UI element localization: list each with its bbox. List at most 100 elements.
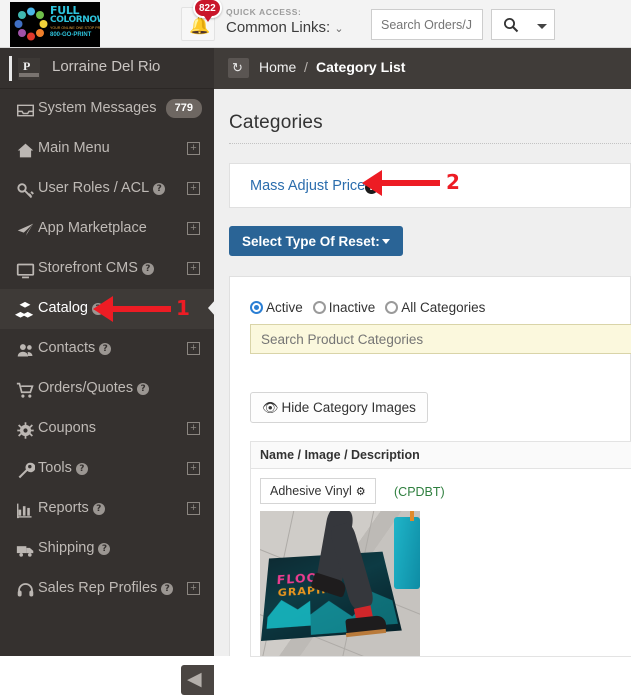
company-logo[interactable]: FULL COLORNOW YOUR ONLINE ONE STOP PRINT…: [10, 2, 100, 47]
key-icon: [14, 179, 36, 201]
category-name-button[interactable]: Adhesive Vinyl ⚙: [260, 478, 376, 504]
select-type-of-reset-button[interactable]: Select Type Of Reset:: [229, 226, 403, 256]
sidebar-item-orders-quotes[interactable]: Orders/Quotes?: [0, 369, 214, 409]
boxes-icon: [14, 299, 36, 321]
notifications-button[interactable]: 🔔 822: [181, 7, 215, 41]
sidebar-item-label: Tools?: [38, 460, 88, 476]
radio-dot-icon: [250, 301, 263, 314]
help-circle-icon[interactable]: ?: [99, 343, 111, 355]
help-circle-icon[interactable]: ?: [76, 463, 88, 475]
title-divider: [229, 143, 631, 144]
annotation-arrow-2: [362, 170, 440, 196]
sidebar-item-system-messages[interactable]: System Messages779: [0, 89, 214, 129]
sidebar-item-contacts[interactable]: Contacts?+: [0, 329, 214, 369]
breadcrumb-home-link[interactable]: Home: [259, 59, 296, 75]
sidebar-item-label: App Marketplace: [38, 220, 147, 236]
inbox-icon: [14, 99, 36, 121]
radio-all-categories[interactable]: All Categories: [385, 300, 485, 315]
expand-plus-icon[interactable]: +: [187, 222, 200, 235]
radio-dot-icon: [385, 301, 398, 314]
logo-phone: 800-GO-PRINT: [50, 31, 100, 40]
sidebar-item-label: Reports?: [38, 500, 105, 516]
annotation-number-1: 1: [176, 296, 190, 320]
sidebar-item-sales-rep-profiles[interactable]: Sales Rep Profiles?+: [0, 569, 214, 609]
user-accent-bar: [9, 56, 12, 81]
sidebar-item-label: Main Menu: [38, 140, 110, 156]
expand-plus-icon[interactable]: +: [187, 462, 200, 475]
help-circle-icon[interactable]: ?: [98, 543, 110, 555]
annotation-arrow-1: [93, 296, 171, 322]
help-circle-icon[interactable]: ?: [137, 383, 149, 395]
quick-access-label: QUICK ACCESS:: [226, 7, 344, 18]
active-item-pointer: [208, 299, 216, 317]
sidebar-item-shipping[interactable]: Shipping?: [0, 529, 214, 569]
sidebar-item-user-roles-acl[interactable]: User Roles / ACL?+: [0, 169, 214, 209]
expand-plus-icon[interactable]: +: [187, 422, 200, 435]
status-filter-group: Active Inactive All Categories: [250, 299, 495, 317]
sidebar-item-storefront-cms[interactable]: Storefront CMS?+: [0, 249, 214, 289]
sidebar-item-label: Coupons: [38, 420, 96, 436]
radio-active-label: Active: [266, 300, 303, 315]
sidebar-nav: System Messages779Main Menu+User Roles /…: [0, 89, 214, 609]
page-title: Categories: [229, 112, 323, 134]
paper-plane-icon: [14, 219, 36, 241]
sidebar-item-app-marketplace[interactable]: App Marketplace +: [0, 209, 214, 249]
monitor-icon: [14, 259, 36, 281]
home-icon: [14, 139, 36, 161]
radio-active[interactable]: Active: [250, 300, 303, 315]
sidebar-item-tools[interactable]: Tools? +: [0, 449, 214, 489]
table-row: Adhesive Vinyl⚙ (CPDBT) FLOOR GRAPHIC: [250, 469, 631, 657]
wrench-icon: [14, 459, 36, 481]
expand-plus-icon[interactable]: +: [187, 262, 200, 275]
column-header-name: Name / Image / Description: [260, 448, 420, 462]
category-name-label: Adhesive Vinyl: [270, 484, 352, 498]
radio-inactive[interactable]: Inactive: [313, 300, 376, 315]
logo-line-2: COLORNOW: [50, 16, 100, 25]
logo-wordmark: FULL COLORNOW YOUR ONLINE ONE STOP PRINT…: [50, 6, 100, 40]
expand-plus-icon[interactable]: +: [187, 502, 200, 515]
headset-icon: [14, 579, 36, 601]
reset-button-label: Select Type Of Reset:: [242, 234, 380, 249]
bar-chart-icon: [14, 499, 36, 521]
search-input[interactable]: [371, 9, 483, 40]
sidebar-collapse-button[interactable]: ◀: [181, 665, 214, 695]
mass-adjust-prices-link[interactable]: Mass Adjust Prices: [250, 178, 373, 194]
expand-plus-icon[interactable]: +: [187, 142, 200, 155]
refresh-button[interactable]: ↻: [228, 58, 249, 78]
category-code: (CPDBT): [394, 485, 445, 499]
search-options-dropdown[interactable]: [528, 9, 555, 40]
caret-down-icon: [382, 239, 390, 244]
gear-icon: [14, 419, 36, 441]
truck-icon: [14, 539, 36, 561]
help-circle-icon[interactable]: ?: [153, 183, 165, 195]
gear-icon[interactable]: ⚙: [356, 486, 366, 498]
category-search-input[interactable]: [250, 324, 631, 354]
radio-dot-icon: [313, 301, 326, 314]
breadcrumb: ↻ Home / Category List: [214, 48, 631, 89]
help-circle-icon[interactable]: ?: [93, 503, 105, 515]
eye-slash-icon: 👁: [262, 400, 279, 415]
users-icon: [14, 339, 36, 361]
hide-category-images-button[interactable]: 👁Hide Category Images: [250, 392, 428, 423]
sidebar-item-main-menu[interactable]: Main Menu +: [0, 129, 214, 169]
sidebar-item-coupons[interactable]: Coupons +: [0, 409, 214, 449]
refresh-icon: ↻: [232, 59, 243, 76]
category-list-panel: Active Inactive All Categories 👁Hide Cat…: [229, 276, 631, 656]
expand-plus-icon[interactable]: +: [187, 182, 200, 195]
top-bar: FULL COLORNOW YOUR ONLINE ONE STOP PRINT…: [0, 0, 631, 48]
help-circle-icon[interactable]: ?: [161, 583, 173, 595]
sidebar-item-label: Orders/Quotes?: [38, 380, 149, 396]
help-circle-icon[interactable]: ?: [142, 263, 154, 275]
search-button[interactable]: [491, 9, 529, 40]
teal-suitcase: [394, 517, 420, 589]
radio-all-label: All Categories: [401, 300, 485, 315]
chevron-down-icon: ⌄: [146, 61, 155, 74]
sidebar-item-label: Shipping?: [38, 540, 110, 556]
expand-plus-icon[interactable]: +: [187, 342, 200, 355]
expand-plus-icon[interactable]: +: [187, 582, 200, 595]
caret-down-icon: [537, 24, 547, 29]
sidebar-item-reports[interactable]: Reports? +: [0, 489, 214, 529]
sidebar-user-row[interactable]: P Lorraine Del Rio ⌄: [0, 48, 214, 89]
arrow-left-circle-icon: ◀: [187, 669, 202, 690]
common-links-dropdown[interactable]: Common Links: ⌄: [226, 18, 344, 39]
